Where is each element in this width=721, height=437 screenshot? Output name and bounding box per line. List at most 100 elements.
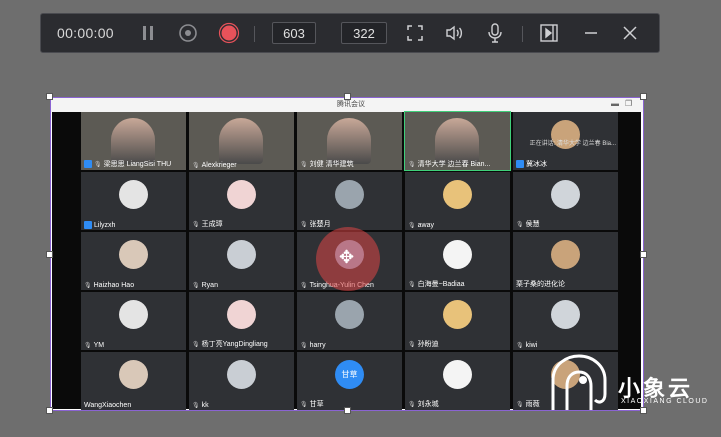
participant-tile[interactable]: 甘草 🎙 甘草: [297, 352, 402, 410]
avatar: [119, 240, 148, 269]
resize-handle-top[interactable]: [344, 93, 351, 100]
avatar: [443, 180, 472, 209]
participant-name: 张楚月: [309, 221, 331, 228]
participant-tile[interactable]: Lilyzxh: [81, 172, 186, 230]
participant-name-row: 🎙 Ryan: [192, 282, 218, 289]
stop-button[interactable]: [176, 14, 200, 52]
participant-name: 梁思思 LiangSisi THU: [103, 161, 172, 168]
pause-button[interactable]: [137, 14, 159, 52]
close-icon: [623, 26, 637, 40]
participant-name: kk: [201, 402, 209, 409]
participant-name: 王成璋: [201, 221, 223, 228]
avatar: [119, 360, 148, 389]
participant-name: YM: [93, 342, 105, 349]
participant-tile[interactable]: 🎙 kiwi: [513, 292, 618, 350]
participant-tile[interactable]: 🎙 王成璋: [189, 172, 294, 230]
participant-tile[interactable]: 🎙 Haizhao Hao: [81, 232, 186, 290]
participant-tile[interactable]: 🎙 刘健 清华建筑: [297, 112, 402, 170]
participant-tile[interactable]: 🎙 白海曼~Badiaa: [405, 232, 510, 290]
minimize-window-icon[interactable]: ▬: [611, 99, 619, 108]
resize-handle-top-left[interactable]: [46, 93, 53, 100]
participant-tile[interactable]: 🎙 清华大学 边兰春 Bian...: [404, 111, 511, 171]
resize-handle-top-right[interactable]: [640, 93, 647, 100]
minimize-button[interactable]: [579, 14, 603, 52]
speaker-button[interactable]: [443, 14, 467, 52]
fullscreen-icon: [407, 25, 423, 41]
participant-tile[interactable]: 冀冰冰 正在讲话: 清华大学 边兰春 Bia...: [513, 112, 618, 170]
start-panel-button[interactable]: [537, 14, 561, 52]
microphone-icon: 🎙: [300, 221, 308, 228]
microphone-icon: 🎙: [300, 343, 308, 349]
participant-name-row: 🎙 雨薇: [516, 399, 540, 409]
microphone-icon: 🎙: [516, 343, 524, 349]
recorder-toolbar: 00:00:00 603 × 322: [40, 13, 660, 53]
participant-name: Ryan: [201, 282, 218, 289]
avatar: [227, 360, 256, 389]
participant-tile[interactable]: 🎙 侯慧: [513, 172, 618, 230]
restore-window-icon[interactable]: ❐: [625, 99, 632, 108]
avatar: [551, 180, 580, 209]
participant-tile[interactable]: 🎙 YM: [81, 292, 186, 350]
elephant-logo-icon: [551, 354, 607, 410]
participant-tile[interactable]: 🎙 梁思思 LiangSisi THU: [81, 112, 186, 170]
participant-name-row: 🎙 梁思思 LiangSisi THU: [84, 159, 171, 169]
microphone-icon: 🎙: [408, 401, 416, 408]
participant-tile[interactable]: 🎙 Alexkrieger: [189, 112, 294, 170]
participant-tile[interactable]: 🎙 harry: [297, 292, 402, 350]
microphone-icon: 🎙: [516, 221, 524, 228]
resize-handle-bottom[interactable]: [344, 407, 351, 414]
microphone-icon: 🎙: [300, 161, 308, 168]
participant-video: [111, 118, 155, 164]
participant-name: 雨薇: [525, 401, 540, 408]
resize-handle-left[interactable]: [46, 251, 53, 258]
participant-tile[interactable]: 🎙 kk: [189, 352, 294, 410]
participant-name: Haizhao Hao: [93, 282, 135, 289]
participant-name: 甘草: [309, 401, 324, 408]
participant-tile[interactable]: 🎙 杨丁亮YangDingliang: [189, 292, 294, 350]
participant-tile[interactable]: 栗子桑的进化论: [513, 232, 618, 290]
participant-tile[interactable]: 🎙 Ryan: [189, 232, 294, 290]
width-input[interactable]: 603: [272, 22, 316, 44]
participant-tile[interactable]: 🎙 away: [405, 172, 510, 230]
participant-name: WangXiaochen: [84, 402, 132, 409]
participant-name: 侯慧: [525, 221, 540, 228]
participant-name-row: 🎙 白海曼~Badiaa: [408, 279, 465, 289]
microphone-icon: 🎙: [408, 341, 416, 348]
participant-name-row: 🎙 Alexkrieger: [192, 162, 237, 169]
microphone-icon: 🎙: [516, 401, 524, 408]
participant-name: 冀冰冰: [526, 161, 547, 168]
participant-name-row: 🎙 harry: [300, 342, 326, 349]
avatar: [227, 240, 256, 269]
fullscreen-button[interactable]: [403, 14, 427, 52]
resize-handle-right[interactable]: [640, 251, 647, 258]
participant-tile[interactable]: 🎙 孙盼迪: [405, 292, 510, 350]
participant-name: Lilyzxh: [94, 221, 116, 229]
avatar: [551, 300, 580, 329]
toolbar-divider: [522, 26, 523, 42]
participant-name: Alexkrieger: [201, 162, 237, 169]
record-button[interactable]: [217, 14, 241, 52]
microphone-icon: 🎙: [192, 163, 200, 169]
microphone-button[interactable]: [483, 14, 507, 52]
participant-name-row: 🎙 清华大学 边兰春 Bian...: [408, 159, 490, 169]
move-cursor-icon: ✥: [339, 247, 355, 267]
resize-handle-bottom-left[interactable]: [46, 407, 53, 414]
microphone-icon: 🎙: [192, 283, 200, 289]
participant-name-row: 🎙 王成璋: [192, 219, 223, 229]
window-title: 腾讯会议: [337, 101, 365, 108]
participant-name-row: 🎙 YM: [84, 342, 104, 349]
microphone-icon: 🎙: [192, 403, 200, 409]
participant-name-row: 🎙 侯慧: [516, 219, 540, 229]
participant-name: 清华大学 边兰春 Bian...: [417, 161, 491, 168]
participant-tile[interactable]: 🎙 刘永城: [405, 352, 510, 410]
participant-video: [327, 118, 371, 164]
height-input[interactable]: 322: [341, 22, 387, 44]
participant-name-row: WangXiaochen: [84, 402, 131, 409]
resize-handle-bottom-right[interactable]: [640, 407, 647, 414]
microphone-icon: 🎙: [300, 401, 308, 408]
avatar: 甘草: [335, 360, 364, 389]
microphone-icon: 🎙: [192, 341, 200, 348]
participant-tile[interactable]: 🎙 张楚月: [297, 172, 402, 230]
close-button[interactable]: [618, 14, 642, 52]
participant-tile[interactable]: WangXiaochen: [81, 352, 186, 410]
